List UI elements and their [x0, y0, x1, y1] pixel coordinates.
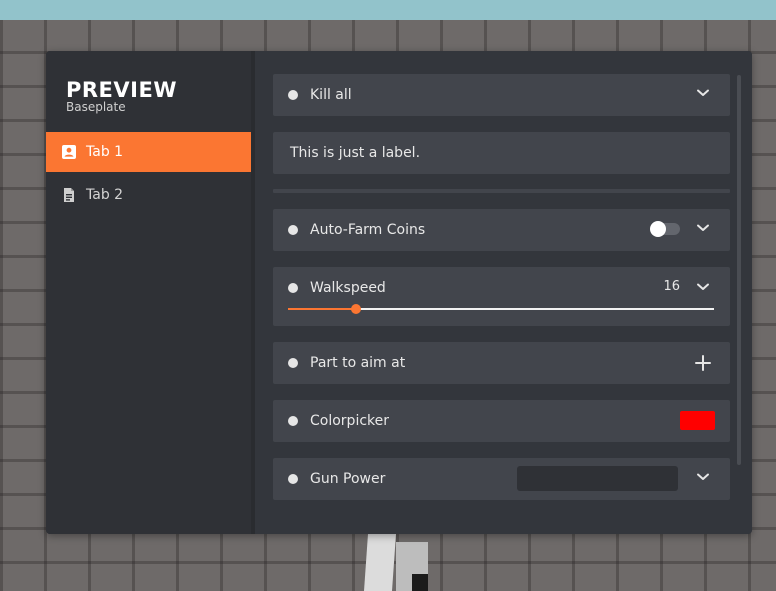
- colorpicker-row[interactable]: Colorpicker: [273, 400, 730, 442]
- player-character: [364, 534, 428, 591]
- status-dot-icon: [288, 416, 298, 426]
- walkspeed-slider-row[interactable]: Walkspeed 16: [273, 267, 730, 326]
- part-aim-label: Part to aim at: [310, 355, 406, 371]
- sky-background: [0, 0, 776, 20]
- tab-2[interactable]: Tab 2: [46, 175, 251, 215]
- auto-farm-toggle[interactable]: [650, 221, 680, 237]
- gun-power-label: Gun Power: [310, 471, 386, 487]
- chevron-down-icon[interactable]: [696, 88, 710, 98]
- status-dot-icon: [288, 283, 298, 293]
- status-dot-icon: [288, 225, 298, 235]
- auto-farm-label: Auto-Farm Coins: [310, 222, 426, 238]
- status-dot-icon: [288, 474, 298, 484]
- info-label-row: This is just a label.: [273, 132, 730, 174]
- color-swatch[interactable]: [680, 411, 715, 430]
- kill-all-label: Kill all: [310, 87, 352, 103]
- gun-power-input[interactable]: [517, 466, 678, 491]
- tab-1-label: Tab 1: [86, 144, 124, 160]
- chevron-down-icon[interactable]: [696, 282, 710, 292]
- colorpicker-label: Colorpicker: [310, 413, 390, 429]
- gun-power-row[interactable]: Gun Power: [273, 458, 730, 500]
- walkspeed-value: 16: [663, 279, 680, 294]
- status-dot-icon: [288, 358, 298, 368]
- part-aim-row[interactable]: Part to aim at: [273, 342, 730, 384]
- walkspeed-slider-thumb[interactable]: [351, 304, 362, 314]
- status-dot-icon: [288, 90, 298, 100]
- kill-all-dropdown[interactable]: Kill all: [273, 74, 730, 116]
- character-leg-left: [364, 534, 396, 591]
- window-subtitle: Baseplate: [66, 100, 126, 114]
- sidebar: PREVIEW Baseplate Tab 1 Tab 2: [46, 51, 251, 534]
- tab-1[interactable]: Tab 1: [46, 132, 251, 172]
- walkspeed-label: Walkspeed: [310, 280, 386, 296]
- character-shadow: [412, 574, 428, 591]
- tab-2-label: Tab 2: [86, 187, 124, 203]
- ui-window: PREVIEW Baseplate Tab 1 Tab 2 Kill all T…: [46, 51, 752, 534]
- chevron-down-icon[interactable]: [696, 223, 710, 233]
- info-label: This is just a label.: [290, 145, 421, 161]
- document-icon: [61, 187, 77, 203]
- auto-farm-toggle-row[interactable]: Auto-Farm Coins: [273, 209, 730, 251]
- contact-card-icon: [61, 144, 77, 160]
- section-separator: [273, 189, 730, 193]
- toggle-knob: [650, 221, 666, 237]
- chevron-down-icon[interactable]: [696, 472, 710, 482]
- walkspeed-slider-fill: [288, 308, 357, 310]
- content-scrollbar[interactable]: [737, 75, 741, 465]
- walkspeed-slider-track[interactable]: [288, 304, 714, 314]
- plus-icon[interactable]: [695, 355, 711, 371]
